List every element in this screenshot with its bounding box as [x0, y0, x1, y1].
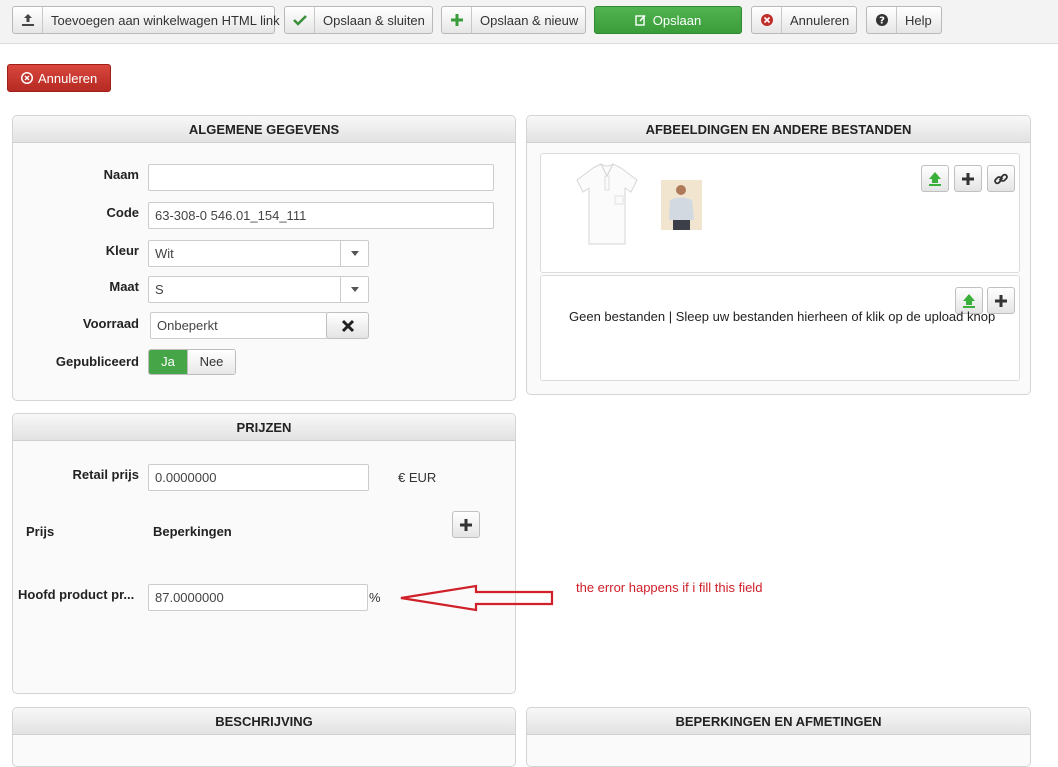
published-label: Gepubliceerd: [55, 354, 139, 369]
retail-price-label: Retail prijs: [72, 467, 139, 482]
file-dropzone[interactable]: Geen bestanden | Sleep uw bestanden hier…: [540, 275, 1020, 381]
image-gallery: [540, 153, 1020, 273]
product-image-model[interactable]: [661, 180, 702, 230]
toolbar: Toevoegen aan winkelwagen HTML link Opsl…: [0, 0, 1058, 44]
save-close-button[interactable]: Opslaan & sluiten: [284, 6, 433, 34]
link-image-button[interactable]: [987, 165, 1015, 192]
main-product-price-label: Hoofd product pr...: [18, 587, 135, 602]
edit-icon: [635, 14, 647, 26]
check-icon: [285, 7, 315, 33]
size-label: Maat: [109, 279, 139, 294]
stock-label: Voorraad: [82, 316, 139, 331]
restrictions-panel: BEPERKINGEN EN AFMETINGEN: [526, 707, 1031, 767]
percent-label: %: [369, 590, 381, 605]
name-input[interactable]: [148, 164, 494, 191]
no-files-text: Geen bestanden | Sleep uw bestanden hier…: [569, 309, 996, 324]
color-select[interactable]: Wit: [148, 240, 369, 267]
save-button[interactable]: Opslaan: [594, 6, 742, 34]
stock-input[interactable]: Onbeperkt: [150, 312, 328, 339]
cancel-toolbar-button[interactable]: Annuleren: [751, 6, 857, 34]
plus-icon: [962, 172, 974, 185]
published-toggle[interactable]: Ja Nee: [148, 349, 236, 375]
code-label: Code: [106, 205, 140, 220]
close-icon: [341, 319, 354, 332]
main-product-price-input[interactable]: 87.0000000: [148, 584, 368, 611]
upload-image-button[interactable]: [921, 165, 949, 192]
svg-text:?: ?: [879, 16, 885, 27]
upload-green-icon: [929, 171, 941, 186]
help-button[interactable]: ? Help: [866, 6, 942, 34]
chevron-down-icon[interactable]: [340, 277, 368, 302]
restrictions-column-header: Beperkingen: [153, 524, 232, 539]
cancel-circle-icon: [20, 71, 34, 85]
upload-icon: [13, 7, 43, 33]
color-select-value: Wit: [155, 246, 174, 261]
plus-icon: [995, 294, 1007, 307]
currency-label: € EUR: [398, 470, 437, 485]
price-column-header: Prijs: [26, 524, 55, 539]
add-price-button[interactable]: [452, 511, 480, 538]
plus-icon: [460, 518, 472, 531]
size-select[interactable]: S: [148, 276, 369, 303]
chevron-down-icon[interactable]: [340, 241, 368, 266]
annotation-text: the error happens if i fill this field: [576, 580, 763, 595]
clear-stock-button[interactable]: [326, 312, 369, 339]
product-image-polo[interactable]: [575, 162, 639, 248]
question-icon: ?: [867, 7, 897, 33]
published-no[interactable]: Nee: [187, 350, 235, 374]
size-select-value: S: [155, 282, 164, 297]
general-panel-title: ALGEMENE GEGEVENS: [13, 116, 515, 143]
prices-panel-title: PRIJZEN: [13, 414, 515, 441]
name-label: Naam: [103, 167, 139, 182]
add-to-cart-link-button[interactable]: Toevoegen aan winkelwagen HTML link: [12, 6, 280, 34]
add-image-button[interactable]: [954, 165, 982, 192]
images-panel: AFBEELDINGEN EN ANDERE BESTANDEN Geen be…: [526, 115, 1031, 395]
description-panel: BESCHRIJVING: [12, 707, 516, 767]
prices-panel: PRIJZEN Retail prijs 0.0000000 € EUR Pri…: [12, 413, 516, 694]
save-new-button[interactable]: Opslaan & nieuw: [441, 6, 586, 34]
retail-price-input[interactable]: 0.0000000: [148, 464, 369, 491]
cancel-circle-icon: [752, 7, 782, 33]
images-panel-title: AFBEELDINGEN EN ANDERE BESTANDEN: [527, 116, 1030, 143]
cancel-button[interactable]: Annuleren: [7, 64, 111, 92]
restrictions-panel-title: BEPERKINGEN EN AFMETINGEN: [527, 708, 1030, 735]
code-input[interactable]: 63-308-0 546.01_154_111: [148, 202, 494, 229]
upload-green-icon: [963, 293, 975, 308]
annotation-arrow-icon: [400, 584, 554, 612]
description-panel-title: BESCHRIJVING: [13, 708, 515, 735]
general-panel: ALGEMENE GEGEVENS Naam Code 63-308-0 546…: [12, 115, 516, 401]
color-label: Kleur: [105, 243, 139, 258]
published-yes[interactable]: Ja: [149, 350, 187, 374]
link-icon: [994, 173, 1008, 184]
plus-icon: [442, 7, 472, 33]
